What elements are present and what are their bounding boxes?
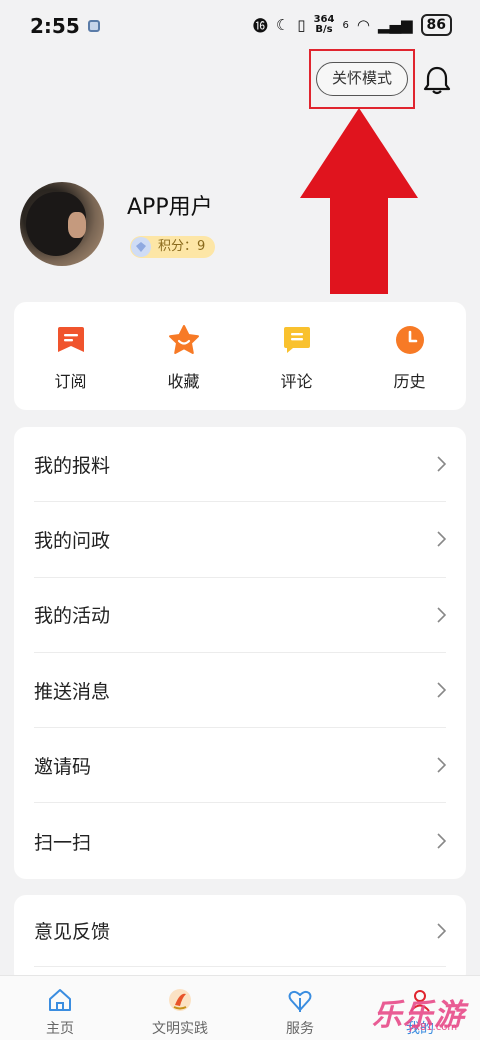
nav-label: 文明实践 — [152, 1021, 208, 1037]
points-badge[interactable]: 积分：9 — [130, 236, 216, 258]
menu-item-push-messages[interactable]: 推送消息 — [34, 653, 446, 729]
quick-action-label: 收藏 — [167, 372, 200, 391]
avatar[interactable] — [20, 182, 104, 266]
menu-item-label: 我的报料 — [34, 454, 111, 477]
menu-item-scan[interactable]: 扫一扫 — [34, 803, 446, 878]
nav-label: 服务 — [286, 1021, 314, 1037]
status-icons: ⓰ ☾ ▯ 364 B/s 6 ◠ ▂▄▆ 86 — [253, 14, 452, 36]
bell-icon[interactable] — [422, 64, 452, 96]
signal-label: 6 — [342, 19, 349, 31]
diamond-icon — [131, 237, 151, 257]
chevron-right-icon — [437, 607, 446, 623]
menu-item-my-inquiries[interactable]: 我的问政 — [34, 502, 446, 578]
menu-item-label: 我的活动 — [34, 605, 111, 628]
home-icon — [49, 989, 71, 1011]
quick-action-history[interactable]: 历史 — [353, 302, 466, 410]
chevron-right-icon — [437, 531, 446, 548]
nfc-icon: ⓰ — [252, 16, 268, 35]
menu-item-my-activities[interactable]: 我的活动 — [34, 578, 446, 653]
quick-actions-card: 订阅 收藏 评论 历史 — [14, 302, 466, 410]
cell-signal-icon: ▂▄▆ — [377, 16, 413, 34]
nav-home[interactable]: 主页 — [0, 976, 120, 1040]
menu-card: 我的报料 我的问政 我的活动 推送消息 邀请码 扫一扫 — [14, 427, 466, 879]
chevron-right-icon — [437, 456, 446, 472]
menu-item-label: 邀请码 — [34, 755, 92, 778]
menu-item-my-reports[interactable]: 我的报料 — [34, 427, 446, 503]
username[interactable]: APP用户 — [127, 189, 213, 221]
points-label: 积分：9 — [158, 239, 206, 254]
quick-action-label: 评论 — [280, 372, 313, 391]
feedback-card: 意见反馈 — [14, 895, 466, 985]
app-notification-icon — [87, 20, 100, 32]
quick-action-label: 历史 — [393, 372, 426, 391]
civilization-icon — [169, 989, 191, 1011]
care-mode-button[interactable]: 关怀模式 — [316, 62, 408, 96]
chevron-right-icon — [437, 682, 446, 698]
menu-item-invite-code[interactable]: 邀请码 — [34, 728, 446, 804]
comment-icon — [283, 327, 310, 353]
chevron-right-icon — [437, 757, 446, 773]
annotation-arrow-icon — [300, 108, 418, 294]
chevron-right-icon — [437, 922, 446, 939]
nav-civilization[interactable]: 文明实践 — [120, 976, 240, 1040]
menu-item-feedback[interactable]: 意见反馈 — [34, 895, 446, 967]
menu-item-label: 我的问政 — [34, 529, 111, 552]
subscribe-icon — [57, 327, 84, 352]
avatar-face — [68, 212, 86, 238]
net-speed-unit: B/s — [315, 24, 333, 35]
battery-indicator: 86 — [420, 14, 452, 36]
status-time: 2:55 — [30, 14, 80, 38]
chevron-right-icon — [437, 833, 446, 849]
heart-service-icon — [288, 990, 312, 1012]
watermark-url: yx81.com — [408, 1022, 458, 1033]
clock-icon — [395, 326, 424, 354]
wifi-icon: ◠ — [356, 16, 370, 34]
menu-item-label: 意见反馈 — [34, 921, 111, 943]
moon-icon: ☾ — [275, 16, 290, 34]
quick-action-subscribe[interactable]: 订阅 — [14, 302, 127, 410]
net-speed: 364 B/s — [314, 15, 335, 35]
nav-label: 主页 — [46, 1021, 74, 1037]
nav-service[interactable]: 服务 — [240, 976, 360, 1040]
menu-item-label: 扫一扫 — [34, 831, 92, 854]
status-bar: 2:55 ⓰ ☾ ▯ 364 B/s 6 ◠ ▂▄▆ 86 — [0, 0, 480, 52]
quick-action-label: 订阅 — [54, 372, 87, 391]
quick-action-comment[interactable]: 评论 — [240, 302, 353, 410]
vibrate-icon: ▯ — [297, 16, 306, 34]
quick-action-favorite[interactable]: 收藏 — [127, 302, 240, 410]
menu-item-label: 推送消息 — [34, 680, 111, 703]
star-icon — [168, 325, 199, 354]
